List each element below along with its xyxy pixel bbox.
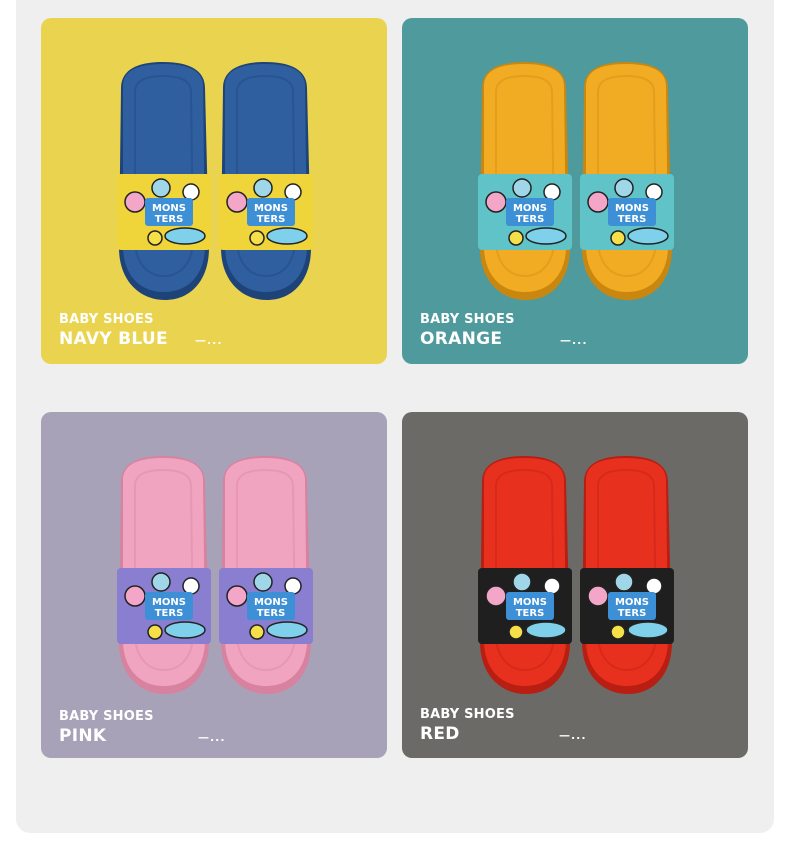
strap-graphic: MONSTERS xyxy=(117,174,211,250)
slipper: MONSTERS xyxy=(219,62,313,300)
product-color-name: NAVY BLUE xyxy=(59,329,168,349)
svg-text:TERS: TERS xyxy=(155,608,184,619)
product-color-name: PINK xyxy=(59,726,107,746)
svg-text:TERS: TERS xyxy=(257,608,286,619)
svg-text:MONS: MONS xyxy=(254,203,288,214)
product-subtitle: BABY SHOES xyxy=(420,312,515,327)
slipper: MONSTERS xyxy=(117,62,211,300)
svg-text:MONS: MONS xyxy=(254,597,288,608)
product-color-name: ORANGE xyxy=(420,329,503,349)
svg-text:TERS: TERS xyxy=(618,214,647,225)
svg-text:MONS: MONS xyxy=(513,203,547,214)
more-indicator[interactable]: —... xyxy=(560,334,588,347)
product-color-name: RED xyxy=(420,724,460,744)
slipper-pair-image: MONSTERSMONSTERS xyxy=(117,456,313,694)
svg-text:TERS: TERS xyxy=(516,608,545,619)
slipper: MONSTERS xyxy=(478,62,572,300)
strap-graphic: MONSTERS xyxy=(580,174,674,250)
svg-text:MONS: MONS xyxy=(513,597,547,608)
product-card-orange[interactable]: MONS TERS MONS TERS BABY SHOES ORANGE —... xyxy=(402,18,748,364)
strap-graphic: MONSTERS xyxy=(219,568,313,644)
product-card-pink[interactable]: MONS TERS MONS TERS BABY SHOES PINK —... xyxy=(41,412,387,758)
svg-text:TERS: TERS xyxy=(516,214,545,225)
slipper: MONSTERS xyxy=(219,456,313,694)
product-card-navy-blue[interactable]: MONS TERS MONS TERS BABY SHOES NAVY BLUE —... xyxy=(41,18,387,364)
strap-graphic: MONSTERS xyxy=(478,174,572,250)
svg-text:MONS: MONS xyxy=(615,597,649,608)
slipper: MONSTERS xyxy=(478,456,572,694)
product-subtitle: BABY SHOES xyxy=(59,709,154,724)
product-subtitle: BABY SHOES xyxy=(420,707,515,722)
more-indicator[interactable]: —... xyxy=(559,729,587,742)
slipper: MONSTERS xyxy=(117,456,211,694)
more-indicator[interactable]: —... xyxy=(195,334,223,347)
product-card-red[interactable]: MONS TERS MONS TERS BABY SHOES RED —... xyxy=(402,412,748,758)
more-indicator[interactable]: —... xyxy=(198,731,226,744)
svg-text:TERS: TERS xyxy=(257,214,286,225)
svg-text:MONS: MONS xyxy=(615,203,649,214)
strap-graphic: MONSTERS xyxy=(219,174,313,250)
strap-graphic: MONSTERS xyxy=(580,568,674,644)
svg-text:MONS: MONS xyxy=(152,597,186,608)
slipper: MONSTERS xyxy=(580,62,674,300)
slipper: MONSTERS xyxy=(580,456,674,694)
svg-text:MONS: MONS xyxy=(152,203,186,214)
product-subtitle: BABY SHOES xyxy=(59,312,154,327)
strap-graphic: MONSTERS xyxy=(117,568,211,644)
svg-text:TERS: TERS xyxy=(155,214,184,225)
strap-graphic: MONSTERS xyxy=(478,568,572,644)
svg-text:TERS: TERS xyxy=(618,608,647,619)
